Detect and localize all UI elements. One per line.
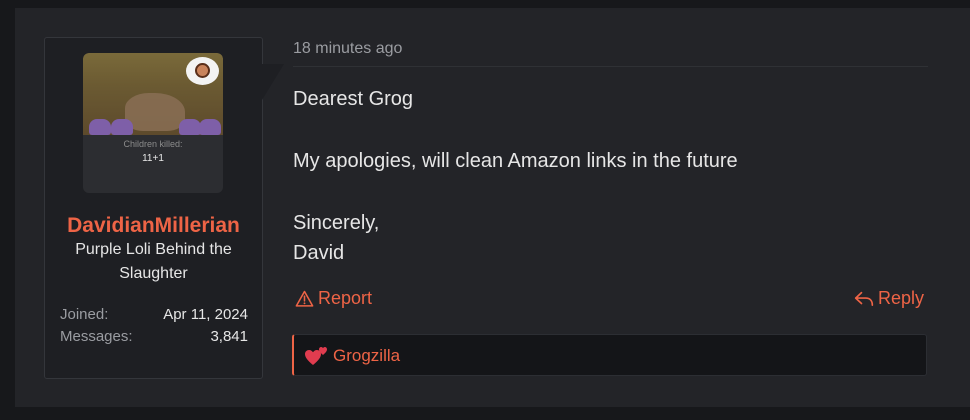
message-text: My apologies, will clean Amazon links in… xyxy=(293,150,738,172)
message-post: Children killed: 11+1 DavidianMillerian … xyxy=(15,8,970,407)
reply-button[interactable]: Reply xyxy=(854,288,924,309)
avatar-count: 11+1 xyxy=(142,153,164,164)
warning-icon xyxy=(295,290,314,307)
reply-icon xyxy=(854,291,874,306)
avatar[interactable]: Children killed: 11+1 xyxy=(83,53,223,193)
user-card-arrow xyxy=(262,64,284,100)
stat-messages: Messages: 3,841 xyxy=(60,328,248,348)
message-closing: Sincerely, xyxy=(293,212,380,234)
divider xyxy=(293,66,928,67)
stat-label: Joined: xyxy=(60,306,109,323)
reaction-user-link[interactable]: Grogzilla xyxy=(333,346,400,366)
report-label: Report xyxy=(318,288,373,308)
stat-label: Messages: xyxy=(60,328,133,345)
stat-value: Apr 11, 2024 xyxy=(163,306,248,323)
username[interactable]: DavidianMillerian xyxy=(45,214,262,238)
avatar-caption: Children killed: xyxy=(123,139,183,149)
message-signature: David xyxy=(293,242,345,264)
user-title: Purple Loli Behind the Slaughter xyxy=(75,241,232,282)
thought-bubble-icon xyxy=(186,57,219,85)
stat-joined: Joined: Apr 11, 2024 xyxy=(60,306,248,326)
post-timestamp[interactable]: 18 minutes ago xyxy=(293,40,402,58)
report-button[interactable]: Report xyxy=(295,288,372,309)
hearts-icon xyxy=(305,347,327,365)
stat-value: 3,841 xyxy=(210,328,248,345)
message-greeting: Dearest Grog xyxy=(293,88,414,110)
reply-label: Reply xyxy=(878,288,925,308)
message-body: Dearest Grog My apologies, will clean Am… xyxy=(293,84,923,268)
reactions-bar[interactable]: Grogzilla xyxy=(292,334,927,376)
avatar-image xyxy=(83,53,223,135)
user-card: Children killed: 11+1 DavidianMillerian … xyxy=(44,37,263,379)
